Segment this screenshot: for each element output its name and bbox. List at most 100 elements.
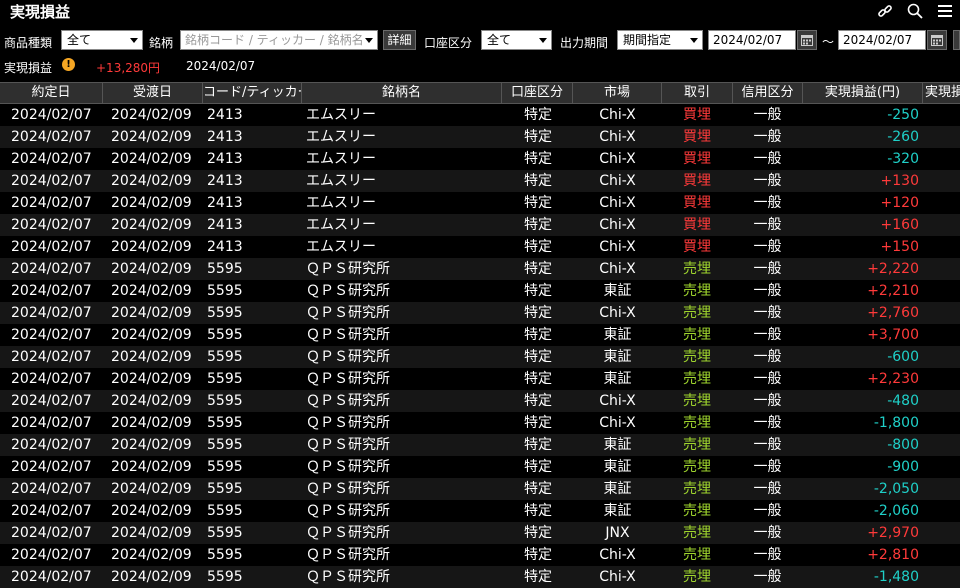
cell-name: ＱＰＳ研究所 <box>306 437 390 453</box>
table-row[interactable]: 2024/02/07 2024/02/09 5595 ＱＰＳ研究所 特定 東証 売埋 一般 -2… <box>0 500 960 522</box>
cell-pl: -900 <box>887 459 919 475</box>
product-type-label: 商品種類 <box>4 36 53 50</box>
cell-trade-date: 2024/02/07 <box>11 393 92 409</box>
cell-credit: 一般 <box>753 173 782 189</box>
cell-trade-date: 2024/02/07 <box>11 525 92 541</box>
table-row[interactable]: 2024/02/07 2024/02/09 5595 ＱＰＳ研究所 特定 Chi-X 売埋 一… <box>0 390 960 412</box>
cell-name: ＱＰＳ研究所 <box>306 503 390 519</box>
header-code[interactable]: コード/ティッカー <box>203 83 302 103</box>
header-market[interactable]: 市場 <box>573 83 662 103</box>
table-row[interactable]: 2024/02/07 2024/02/09 5595 ＱＰＳ研究所 特定 Chi-X 売埋 一… <box>0 544 960 566</box>
cell-side: 売埋 <box>683 349 711 365</box>
cell-trade-date: 2024/02/07 <box>11 217 92 233</box>
cell-pl: +150 <box>880 239 919 255</box>
cell-side: 買埋 <box>683 173 711 189</box>
cell-name: ＱＰＳ研究所 <box>306 261 390 277</box>
search-icon[interactable] <box>900 0 930 22</box>
cell-settle-date: 2024/02/09 <box>111 261 192 277</box>
table-row[interactable]: 2024/02/07 2024/02/09 5595 ＱＰＳ研究所 特定 東証 売埋 一般 -2… <box>0 478 960 500</box>
cell-code: 5595 <box>207 525 243 541</box>
link-icon[interactable] <box>870 0 900 22</box>
table-row[interactable]: 2024/02/07 2024/02/09 5595 ＱＰＳ研究所 特定 東証 売埋 一般 +3… <box>0 324 960 346</box>
table-row[interactable]: 2024/02/07 2024/02/09 5595 ＱＰＳ研究所 特定 Chi-X 売埋 一… <box>0 566 960 588</box>
cell-pl: +2,810 <box>867 547 919 563</box>
cell-settle-date: 2024/02/09 <box>111 217 192 233</box>
cell-side: 売埋 <box>683 261 711 277</box>
table-row[interactable]: 2024/02/07 2024/02/09 2413 エムスリー 特定 Chi-X 買埋 一般… <box>0 170 960 192</box>
period-select[interactable]: 期間指定 <box>617 30 703 50</box>
product-type-value: 全て <box>67 33 92 47</box>
header-trade-date[interactable]: 約定日 <box>0 83 103 103</box>
menu-icon[interactable] <box>930 0 960 22</box>
cell-account: 特定 <box>524 129 552 145</box>
table-row[interactable]: 2024/02/07 2024/02/09 2413 エムスリー 特定 Chi-X 買埋 一般… <box>0 148 960 170</box>
table-row[interactable]: 2024/02/07 2024/02/09 5595 ＱＰＳ研究所 特定 東証 売埋 一般 +2… <box>0 280 960 302</box>
cell-credit: 一般 <box>753 239 782 255</box>
account-select[interactable]: 全て <box>481 30 552 50</box>
table-row[interactable]: 2024/02/07 2024/02/09 5595 ＱＰＳ研究所 特定 Chi-X 売埋 一… <box>0 302 960 324</box>
cell-pl: -600 <box>887 349 919 365</box>
date-from-input[interactable]: 2024/02/07 <box>708 30 796 50</box>
cell-side: 売埋 <box>683 415 711 431</box>
cell-side: 売埋 <box>683 437 711 453</box>
table-row[interactable]: 2024/02/07 2024/02/09 5595 ＱＰＳ研究所 特定 東証 売埋 一般 +2… <box>0 368 960 390</box>
warning-icon[interactable]: ! <box>62 58 75 71</box>
cell-pl: +160 <box>880 217 919 233</box>
table-row[interactable]: 2024/02/07 2024/02/09 5595 ＱＰＳ研究所 特定 東証 売埋 一般 -8… <box>0 434 960 456</box>
table-row[interactable]: 2024/02/07 2024/02/09 5595 ＱＰＳ研究所 特定 東証 売埋 一般 -9… <box>0 456 960 478</box>
summary-total: +13,280円 <box>96 61 161 75</box>
header-side[interactable]: 取引 <box>662 83 733 103</box>
summary-bar: 実現損益 ! +13,280円 2024/02/07 <box>0 57 960 75</box>
header-credit[interactable]: 信用区分 <box>733 83 803 103</box>
cell-trade-date: 2024/02/07 <box>11 371 92 387</box>
table-row[interactable]: 2024/02/07 2024/02/09 2413 エムスリー 特定 Chi-X 買埋 一般… <box>0 104 960 126</box>
header-settle-date[interactable]: 受渡日 <box>103 83 203 103</box>
cell-code: 5595 <box>207 459 243 475</box>
header-pl[interactable]: 実現損益(円) <box>803 83 923 103</box>
cell-trade-date: 2024/02/07 <box>11 503 92 519</box>
cell-credit: 一般 <box>753 569 782 585</box>
chevron-down-icon <box>539 38 547 43</box>
cell-trade-date: 2024/02/07 <box>11 283 92 299</box>
cell-code: 5595 <box>207 503 243 519</box>
cell-name: エムスリー <box>306 107 376 123</box>
cell-code: 5595 <box>207 547 243 563</box>
header-account[interactable]: 口座区分 <box>502 83 573 103</box>
table-row[interactable]: 2024/02/07 2024/02/09 5595 ＱＰＳ研究所 特定 Chi-X 売埋 一… <box>0 412 960 434</box>
search-button-partial[interactable] <box>953 30 960 50</box>
date-to-input[interactable]: 2024/02/07 <box>838 30 926 50</box>
cell-name: ＱＰＳ研究所 <box>306 393 390 409</box>
cell-market: JNX <box>605 525 630 541</box>
cell-account: 特定 <box>524 349 552 365</box>
cell-credit: 一般 <box>753 547 782 563</box>
cell-name: エムスリー <box>306 195 376 211</box>
table-row[interactable]: 2024/02/07 2024/02/09 2413 エムスリー 特定 Chi-X 買埋 一般… <box>0 126 960 148</box>
cell-code: 2413 <box>207 107 243 123</box>
cell-name: ＱＰＳ研究所 <box>306 283 390 299</box>
cell-settle-date: 2024/02/09 <box>111 569 192 585</box>
table-row[interactable]: 2024/02/07 2024/02/09 2413 エムスリー 特定 Chi-X 買埋 一般… <box>0 192 960 214</box>
table-row[interactable]: 2024/02/07 2024/02/09 5595 ＱＰＳ研究所 特定 Chi-X 売埋 一… <box>0 258 960 280</box>
cell-account: 特定 <box>524 151 552 167</box>
symbol-input[interactable]: 銘柄コード / ティッカー / 銘柄名 <box>180 30 378 50</box>
table-row[interactable]: 2024/02/07 2024/02/09 2413 エムスリー 特定 Chi-X 買埋 一般… <box>0 214 960 236</box>
cell-trade-date: 2024/02/07 <box>11 459 92 475</box>
table-row[interactable]: 2024/02/07 2024/02/09 2413 エムスリー 特定 Chi-X 買埋 一般… <box>0 236 960 258</box>
cell-account: 特定 <box>524 327 552 343</box>
header-pl-extra[interactable]: 実現損 <box>923 83 960 103</box>
cell-pl: +3,700 <box>867 327 919 343</box>
cell-name: ＱＰＳ研究所 <box>306 569 390 585</box>
calendar-from-button[interactable] <box>797 30 817 50</box>
table-row[interactable]: 2024/02/07 2024/02/09 5595 ＱＰＳ研究所 特定 東証 売埋 一般 -6… <box>0 346 960 368</box>
cell-account: 特定 <box>524 195 552 211</box>
detail-button[interactable]: 詳細 <box>383 30 416 50</box>
summary-date: 2024/02/07 <box>186 59 256 73</box>
cell-trade-date: 2024/02/07 <box>11 305 92 321</box>
cell-pl: -320 <box>887 151 919 167</box>
header-name[interactable]: 銘柄名 <box>302 83 502 103</box>
table-row[interactable]: 2024/02/07 2024/02/09 5595 ＱＰＳ研究所 特定 JNX 売埋 一般 +… <box>0 522 960 544</box>
cell-pl: +2,970 <box>867 525 919 541</box>
calendar-to-button[interactable] <box>927 30 947 50</box>
cell-pl: -1,800 <box>873 415 919 431</box>
product-type-select[interactable]: 全て <box>61 30 143 50</box>
